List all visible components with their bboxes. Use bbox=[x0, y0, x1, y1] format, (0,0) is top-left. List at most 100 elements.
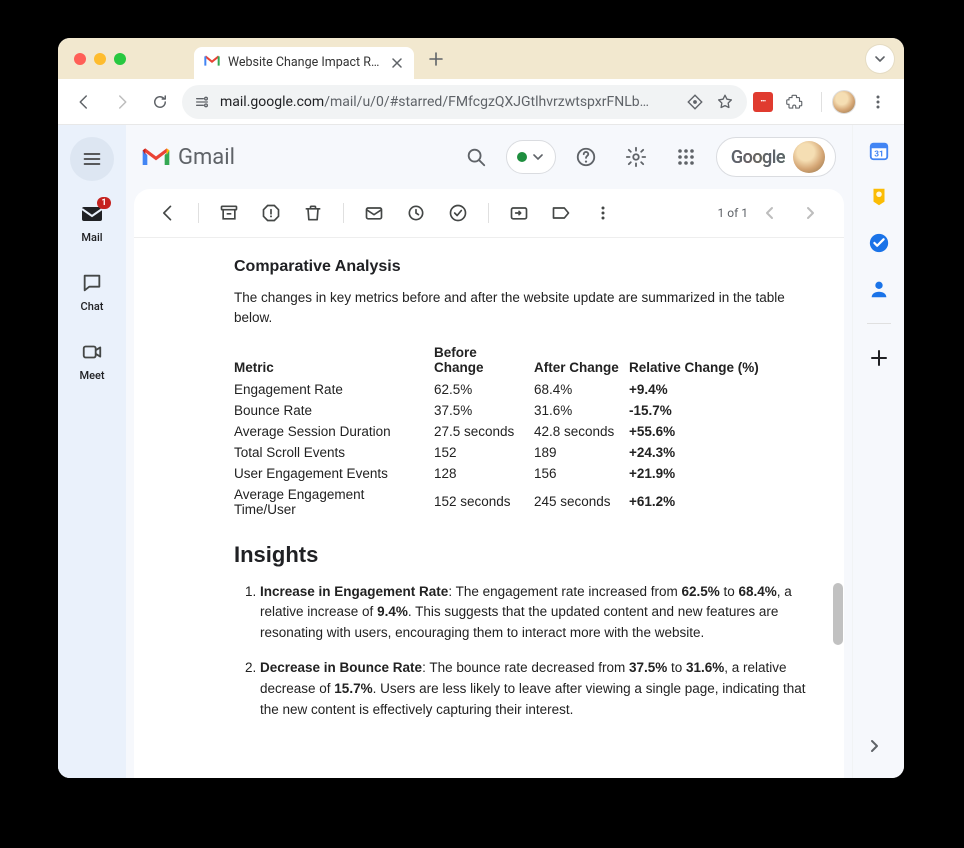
tab-title: Website Change Impact Repo bbox=[228, 55, 382, 70]
eye-dropper-icon[interactable] bbox=[685, 92, 705, 112]
toolbar-sep bbox=[343, 203, 344, 223]
mark-unread-button[interactable] bbox=[356, 195, 392, 231]
chat-icon bbox=[79, 270, 105, 296]
nav-meet-label: Meet bbox=[79, 369, 104, 382]
window-close-button[interactable] bbox=[74, 53, 86, 65]
th-metric: Metric bbox=[234, 341, 434, 379]
gmail-product-label: Gmail bbox=[178, 145, 235, 170]
table-row: Bounce Rate37.5%31.6%-15.7% bbox=[234, 400, 794, 421]
snooze-button[interactable] bbox=[398, 195, 434, 231]
cell-after: 68.4% bbox=[534, 379, 629, 400]
mail-icon: 1 bbox=[79, 201, 105, 227]
cell-relative: +21.9% bbox=[629, 463, 794, 484]
th-after: After Change bbox=[534, 341, 629, 379]
hide-side-panel-button[interactable] bbox=[860, 732, 888, 760]
report-spam-button[interactable] bbox=[253, 195, 289, 231]
cell-relative: +55.6% bbox=[629, 421, 794, 442]
extensions-puzzle-icon[interactable] bbox=[779, 86, 811, 118]
more-button[interactable] bbox=[585, 195, 621, 231]
cell-after: 245 seconds bbox=[534, 484, 629, 520]
addons-plus-icon[interactable] bbox=[867, 346, 891, 370]
new-tab-button[interactable] bbox=[422, 45, 450, 73]
pager-text: 1 of 1 bbox=[718, 206, 748, 220]
mail-body: Comparative Analysis The changes in key … bbox=[134, 237, 844, 778]
nav-chat[interactable]: Chat bbox=[58, 264, 126, 319]
table-row: Engagement Rate62.5%68.4%+9.4% bbox=[234, 379, 794, 400]
archive-button[interactable] bbox=[211, 195, 247, 231]
status-chip[interactable] bbox=[506, 140, 556, 174]
browser-tab[interactable]: Website Change Impact Repo bbox=[194, 47, 414, 79]
apps-grid-button[interactable] bbox=[666, 137, 706, 177]
tasks-icon[interactable] bbox=[867, 231, 891, 255]
table-row: Average Engagement Time/User152 seconds2… bbox=[234, 484, 794, 520]
th-relative: Relative Change (%) bbox=[629, 341, 794, 379]
add-to-tasks-button[interactable] bbox=[440, 195, 476, 231]
nav-chat-label: Chat bbox=[81, 300, 104, 313]
section-title: Comparative Analysis bbox=[234, 258, 814, 276]
cell-metric: Average Engagement Time/User bbox=[234, 484, 434, 520]
address-bar[interactable]: mail.google.com/mail/u/0/#starred/FMfcgz… bbox=[182, 85, 747, 119]
cell-metric: Total Scroll Events bbox=[234, 442, 434, 463]
newer-button[interactable] bbox=[792, 195, 828, 231]
browser-profile-avatar[interactable] bbox=[832, 90, 856, 114]
nav-meet[interactable]: Meet bbox=[58, 333, 126, 388]
bookmark-star-icon[interactable] bbox=[715, 92, 735, 112]
nav-reload-button[interactable] bbox=[144, 86, 176, 118]
side-panel-separator bbox=[867, 323, 891, 324]
settings-button[interactable] bbox=[616, 137, 656, 177]
search-button[interactable] bbox=[456, 137, 496, 177]
metrics-table: Metric Before Change After Change Relati… bbox=[234, 341, 794, 520]
insight-item: Decrease in Bounce Rate: The bounce rate… bbox=[260, 658, 814, 721]
cell-after: 31.6% bbox=[534, 400, 629, 421]
nav-mail[interactable]: 1 Mail bbox=[58, 195, 126, 250]
url-text: mail.google.com/mail/u/0/#starred/FMfcgz… bbox=[220, 94, 675, 110]
toolbar-sep bbox=[198, 203, 199, 223]
nav-back-button[interactable] bbox=[68, 86, 100, 118]
support-button[interactable] bbox=[566, 137, 606, 177]
window-fullscreen-button[interactable] bbox=[114, 53, 126, 65]
main-menu-button[interactable] bbox=[70, 137, 114, 181]
keep-icon[interactable] bbox=[867, 185, 891, 209]
intro-paragraph: The changes in key metrics before and af… bbox=[234, 288, 814, 329]
cell-before: 27.5 seconds bbox=[434, 421, 534, 442]
cell-after: 189 bbox=[534, 442, 629, 463]
extension-red-icon[interactable]: ••• bbox=[753, 92, 773, 112]
nav-forward-button[interactable] bbox=[106, 86, 138, 118]
cell-metric: User Engagement Events bbox=[234, 463, 434, 484]
google-account-chip[interactable]: Google bbox=[716, 137, 836, 177]
tab-close-button[interactable] bbox=[390, 56, 404, 70]
insight-item: Increase in Engagement Rate: The engagem… bbox=[260, 582, 814, 645]
url-path: /mail/u/0/#starred/FMfcgzQXJGtlhvrzwtspx… bbox=[324, 94, 649, 110]
gmail-logo[interactable]: Gmail bbox=[140, 145, 235, 170]
browser-menu-button[interactable] bbox=[862, 86, 894, 118]
cell-after: 156 bbox=[534, 463, 629, 484]
meet-icon bbox=[79, 339, 105, 365]
tabs-dropdown-button[interactable] bbox=[866, 45, 894, 73]
cell-metric: Average Session Duration bbox=[234, 421, 434, 442]
cell-before: 37.5% bbox=[434, 400, 534, 421]
labels-button[interactable] bbox=[543, 195, 579, 231]
window-minimize-button[interactable] bbox=[94, 53, 106, 65]
cell-relative: +24.3% bbox=[629, 442, 794, 463]
scrollbar-thumb[interactable] bbox=[833, 583, 843, 645]
google-label: Google bbox=[731, 147, 785, 168]
nav-mail-label: Mail bbox=[81, 231, 102, 244]
contacts-icon[interactable] bbox=[867, 277, 891, 301]
site-settings-icon[interactable] bbox=[194, 94, 210, 110]
move-to-button[interactable] bbox=[501, 195, 537, 231]
older-button[interactable] bbox=[752, 195, 788, 231]
status-active-icon bbox=[517, 152, 527, 162]
delete-button[interactable] bbox=[295, 195, 331, 231]
window-controls bbox=[74, 53, 126, 65]
cell-before: 152 bbox=[434, 442, 534, 463]
calendar-icon[interactable]: 31 bbox=[867, 139, 891, 163]
insights-list: Increase in Engagement Rate: The engagem… bbox=[234, 582, 814, 722]
back-to-list-button[interactable] bbox=[150, 195, 186, 231]
side-panel: 31 bbox=[852, 125, 904, 778]
browser-tabstrip: Website Change Impact Repo bbox=[58, 38, 904, 79]
table-row: Average Session Duration27.5 seconds42.8… bbox=[234, 421, 794, 442]
cell-relative: -15.7% bbox=[629, 400, 794, 421]
gmail-left-nav: 1 Mail Chat Meet bbox=[58, 125, 126, 778]
mail-content: Comparative Analysis The changes in key … bbox=[134, 237, 844, 765]
url-host: mail.google.com bbox=[220, 94, 324, 110]
